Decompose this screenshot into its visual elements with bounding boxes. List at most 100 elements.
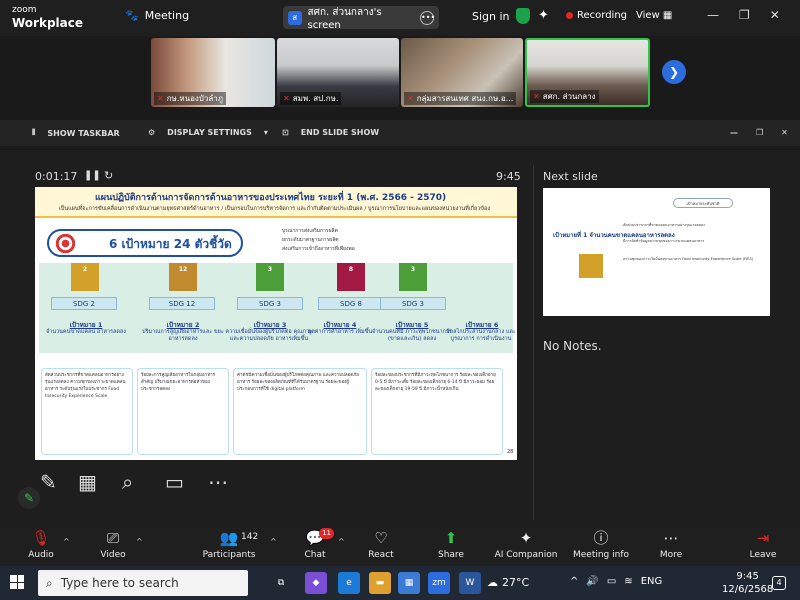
goal-description: มูลค่าการค้าอาหาร เพิ่มขึ้น (307, 329, 373, 335)
leave-button[interactable]: ⇥ Leave (728, 528, 798, 560)
bullet-item: ยกระดับมาตรฐานการผลิต (282, 237, 339, 243)
thumb-row: มีการจัดทำข้อมูลความชุกของภาวะขาดแคลนอาห… (623, 239, 705, 243)
more-options-icon[interactable]: ••• (420, 10, 435, 25)
word-app-icon[interactable]: W (459, 572, 481, 594)
indicator-box: ค่าดัชนีความเชื่อมั่นของผู้บริโภคต่อคุณภ… (233, 368, 367, 455)
clock-date: 12/6/2568 (722, 584, 774, 595)
slideshow-window-controls: — ❐ ✕ (730, 128, 788, 137)
restore-icon[interactable]: ❐ (756, 128, 763, 137)
sign-in-link[interactable]: Sign in (472, 10, 510, 23)
pane-divider[interactable] (533, 165, 534, 520)
share-screen-icon: ส (288, 10, 302, 25)
muted-mic-icon: ✕ (407, 94, 414, 103)
more-button[interactable]: ⋯ More (636, 528, 706, 560)
zoom-app-icon[interactable]: zm (428, 572, 450, 594)
restore-icon[interactable]: ❐ (739, 8, 750, 22)
screen-share-pill[interactable]: ส สศก. ส่วนกลาง's screen ••• (283, 6, 439, 31)
view-button[interactable]: View ▦ (636, 10, 672, 21)
participant-count: 142 (241, 532, 259, 542)
end-slideshow-button[interactable]: ⊡ END SLIDE SHOW (282, 128, 379, 137)
share-button[interactable]: ⬆ Share (416, 528, 486, 560)
zoom-magnifier-icon[interactable]: ⌕ (122, 470, 133, 494)
minimize-icon[interactable]: — (730, 128, 738, 137)
pause-icon[interactable]: ❚❚ (84, 170, 101, 181)
thumb-pill: เป้าหมายระดับชาติ (673, 198, 733, 208)
annotate-pencil-icon[interactable]: ✎ (18, 487, 40, 509)
minimize-icon[interactable]: — (707, 8, 719, 22)
video-tile[interactable]: ✕ กษ.หนองบัวลำภู (151, 38, 275, 107)
clock-time: 9:45 (736, 571, 759, 582)
task-view-icon[interactable]: ⧉ (270, 572, 292, 594)
store-icon[interactable]: ▦ (398, 572, 420, 594)
sdg-label: SDG 2 (51, 297, 117, 310)
sdg-label: SDG 8 (318, 297, 384, 310)
slide-title: แผนปฏิบัติการด้านการจัดการด้านอาหารของปร… (95, 193, 447, 203)
weather-widget[interactable]: ☁ 27°C (487, 576, 529, 589)
view-label: View (636, 10, 660, 21)
sdg-2-icon (579, 254, 603, 278)
wifi-icon[interactable]: ≋ (624, 576, 632, 587)
windows-start-icon[interactable] (10, 575, 24, 589)
current-slide[interactable]: แผนปฏิบัติการด้านการจัดการด้านอาหารของปร… (35, 187, 517, 460)
close-icon[interactable]: ✕ (781, 128, 788, 137)
target-icon (55, 233, 76, 254)
reset-timer-icon[interactable]: ↻ (104, 169, 113, 182)
subtitles-icon[interactable]: ▭ (165, 470, 184, 494)
heart-icon: ♡ (374, 529, 388, 547)
language-indicator[interactable]: ENG (641, 576, 663, 587)
sdg-2-icon: 2 (71, 263, 99, 291)
goal-description: มีกลไกประสานงานกลาง และบูรณาการ การดำเนิ… (446, 329, 516, 342)
sdg-label: SDG 3 (237, 297, 303, 310)
meeting-button[interactable]: 🐾 Meeting (125, 9, 189, 22)
show-taskbar-button[interactable]: ⫴ SHOW TASKBAR (32, 128, 120, 138)
cloud-icon: ☁ (487, 576, 498, 589)
ai-sparkle-icon: ✦ (519, 529, 533, 547)
thumb-row: สัดส่วนประชากรที่ขาดแคลนอาหารอย่างรุนแรง… (623, 223, 705, 227)
copilot-icon[interactable]: ◆ (305, 572, 327, 594)
edge-browser-icon[interactable]: e (338, 572, 360, 594)
sdg-label: SDG 12 (149, 297, 215, 310)
taskbar-search-box[interactable]: ⌕ Type here to search (38, 570, 248, 596)
ai-companion-button[interactable]: ✦ AI Companion (486, 528, 566, 560)
active-speaker-tile[interactable]: ✕ สศก. ส่วนกลาง (525, 38, 650, 107)
participant-name: ✕ กษ.หนองบัวลำภู (154, 92, 227, 105)
indicator-box: สัดส่วนประชากรที่ขาดแคลนอาหารอย่างรุนแรง… (41, 368, 133, 455)
indicator-box: ร้อยละการสูญเสียอาหารในกลุ่มอาหารสำคัญ ป… (137, 368, 229, 455)
close-icon[interactable]: ✕ (770, 8, 780, 22)
clock-time: 9:45 (496, 170, 521, 183)
muted-mic-icon: ✕ (283, 94, 290, 103)
security-shield-icon[interactable] (516, 8, 530, 24)
ai-sparkle-icon[interactable]: ✦ (538, 8, 549, 23)
notification-badge[interactable]: 4 (772, 576, 786, 590)
chevron-down-icon: ▾ (263, 128, 268, 137)
paw-icon: 🐾 (125, 9, 139, 22)
video-tile[interactable]: ✕ กลุ่มสารสนเทศ สนง.กษ.อ... (401, 38, 523, 107)
file-explorer-icon[interactable]: ▬ (369, 572, 391, 594)
video-options-caret[interactable]: ^ (136, 537, 143, 546)
volume-icon[interactable]: 🔊 (586, 576, 598, 587)
recording-indicator[interactable]: Recording (566, 10, 627, 21)
audio-options-caret[interactable]: ^ (63, 537, 70, 546)
more-options-icon[interactable]: ⋯ (208, 470, 228, 494)
participants-options-caret[interactable]: ^ (270, 537, 277, 546)
next-page-button[interactable]: ❯ (662, 60, 686, 84)
display-settings-button[interactable]: ⚙ DISPLAY SETTINGS ▾ (148, 128, 268, 137)
network-icon[interactable]: ▭ (607, 576, 616, 587)
search-icon: ⌕ (46, 575, 53, 590)
goal-description: จำนวนคนที่มี ภาวะทุพโภชนาการ (ขาดและเกิน… (372, 329, 452, 342)
slide-header: แผนปฏิบัติการด้านการจัดการด้านอาหารของปร… (35, 187, 517, 218)
system-clock[interactable]: 9:45 12/6/2568 (722, 570, 773, 596)
chat-options-caret[interactable]: ^ (338, 537, 345, 546)
react-button[interactable]: ♡ React (346, 528, 416, 560)
meeting-info-button[interactable]: ⓘ Meeting info (564, 528, 638, 560)
pen-tool-icon[interactable]: ✎ (40, 470, 57, 494)
participant-name: ✕ สมพ. สป.กษ. (280, 92, 342, 105)
video-tile[interactable]: ✕ สมพ. สป.กษ. (277, 38, 399, 107)
thumb-rows: สัดส่วนประชากรที่ขาดแคลนอาหารอย่างรุนแรง… (623, 222, 763, 262)
goal-description: ปริมาณการสูญเสียอาหารและ ขยะอาหารลดลง (142, 329, 224, 342)
next-slide-thumbnail[interactable]: เป้าหมายระดับชาติ เป้าหมายที่ 1 จำนวนคนข… (543, 188, 770, 316)
speaker-notes: No Notes. (543, 339, 602, 353)
see-all-slides-icon[interactable]: ▦ (78, 470, 97, 494)
recording-dot-icon (566, 12, 573, 19)
chevron-up-icon[interactable]: ^ (570, 576, 578, 587)
